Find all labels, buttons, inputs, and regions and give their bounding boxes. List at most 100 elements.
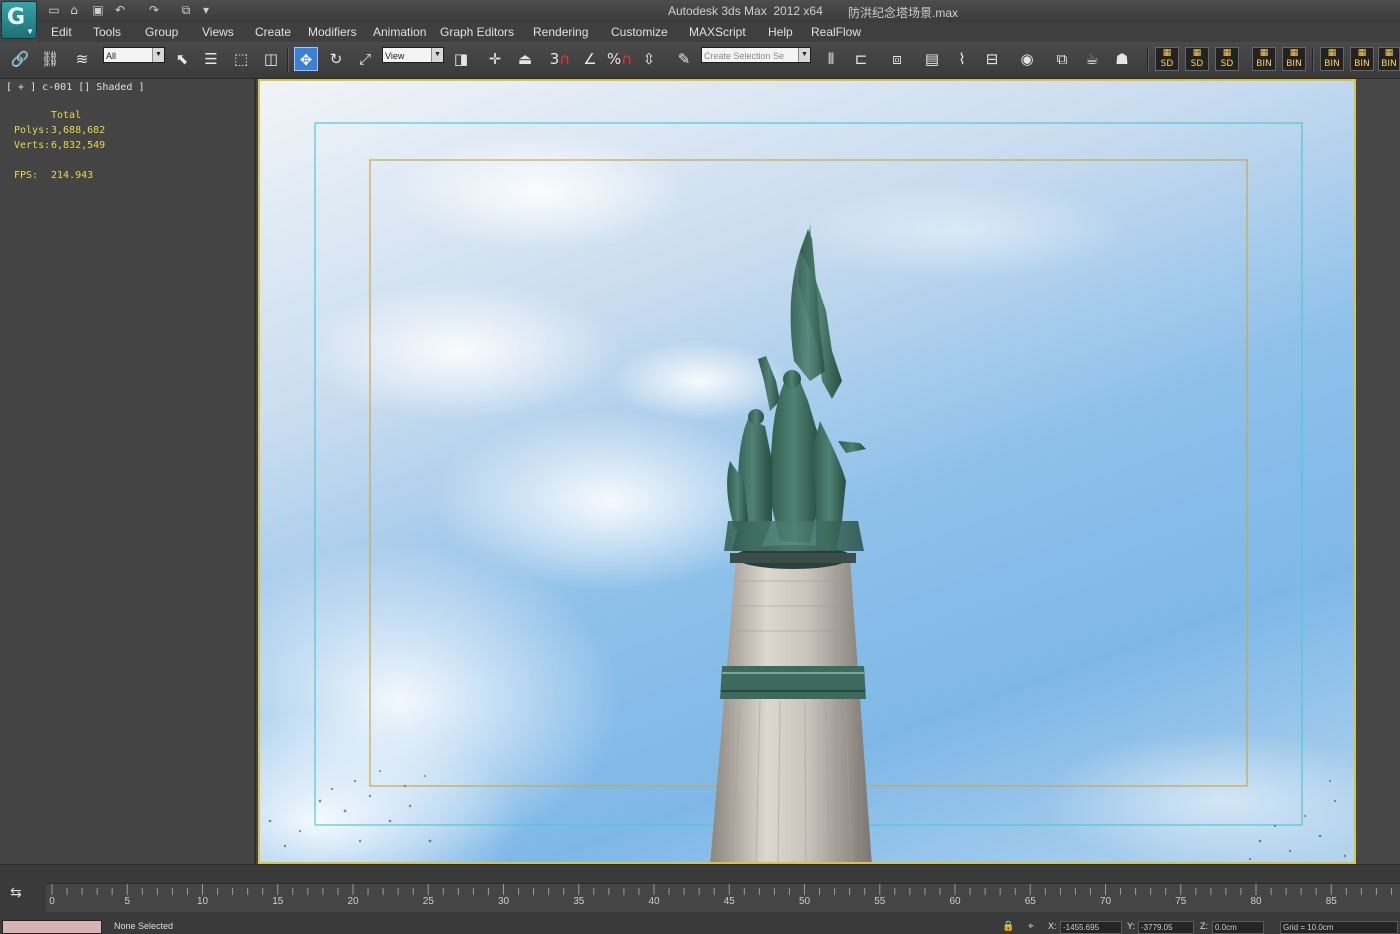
named-selection-placeholder: Create Selection Se (704, 51, 785, 61)
plugin-button-1-icon[interactable]: ▦ SD (1155, 47, 1179, 71)
window-crossing-icon[interactable]: ◫ (259, 47, 283, 71)
plugin-button-3-icon[interactable]: ▦ SD (1215, 47, 1239, 71)
project-folder-icon[interactable]: ⧉ (178, 3, 194, 18)
schematic-view-icon[interactable]: ⊟ (980, 47, 1004, 71)
plugin-button-2-icon[interactable]: ▦ SD (1185, 47, 1209, 71)
plugin-button-6-icon[interactable]: ▦ BIN (1320, 47, 1344, 71)
toolbar-separator (287, 48, 289, 72)
menu-tools[interactable]: Tools (93, 25, 121, 39)
layer-manager-icon[interactable]: ⧈ (885, 47, 909, 71)
material-editor-icon[interactable]: ◉ (1015, 47, 1039, 71)
frame-tick-label: 35 (573, 896, 585, 907)
application-menu-button[interactable]: G ▼ (1, 1, 37, 39)
menu-customize[interactable]: Customize (611, 25, 668, 39)
mirror-icon[interactable]: ⫴ (819, 47, 843, 71)
selection-filter-value: All (106, 51, 117, 61)
select-and-move-icon[interactable]: ✥ (294, 47, 318, 71)
scene-svg (260, 122, 1354, 862)
customize-toolbar-icon[interactable]: ▾ (198, 3, 214, 18)
stats-verts-value: 6,832,549 (51, 140, 106, 151)
plugin-button-8-icon[interactable]: ▦ BIN (1378, 47, 1400, 71)
rendered-scene[interactable] (258, 79, 1356, 864)
chevron-down-icon: ▼ (26, 27, 34, 36)
selection-filter-dropdown[interactable]: All ▼ (103, 47, 165, 63)
camera-viewport[interactable] (258, 79, 1400, 864)
y-coord-value: -3779.05 (1141, 923, 1173, 932)
open-mini-curve-editor-icon[interactable]: ⇆ (10, 885, 30, 905)
maxscript-listener-mini[interactable] (2, 920, 102, 934)
rendered-frame-window-icon[interactable]: ☕ (1080, 47, 1104, 71)
frame-tick-label: 80 (1250, 896, 1262, 907)
unlink-icon[interactable]: ⛓ (38, 47, 62, 71)
use-pivot-center-icon[interactable]: ◨ (449, 47, 473, 71)
menu-rendering[interactable]: Rendering (533, 25, 588, 39)
chevron-down-icon: ▼ (431, 48, 443, 62)
spinner-snap-icon[interactable]: ⇳ (637, 47, 661, 71)
graphite-ribbon-icon[interactable]: ▤ (920, 47, 944, 71)
stats-polys-label: Polys: (14, 125, 51, 136)
select-and-scale-icon[interactable]: ⤢ (353, 47, 377, 71)
plugin-button-4-icon[interactable]: ▦ BIN (1252, 47, 1276, 71)
frame-tick-label: 55 (874, 896, 886, 907)
open-file-icon[interactable]: ⌂ (66, 3, 82, 18)
select-object-icon[interactable]: ⬉ (170, 47, 194, 71)
frame-tick-label: 30 (497, 896, 510, 907)
rectangular-selection-icon[interactable]: ⬚ (229, 47, 253, 71)
menu-bar: Edit Tools Group Views Create Modifiers … (38, 22, 1400, 42)
select-and-link-icon[interactable]: 🔗 (8, 47, 32, 71)
select-and-rotate-icon[interactable]: ↻ (324, 47, 348, 71)
menu-animation[interactable]: Animation (373, 25, 426, 39)
select-by-name-icon[interactable]: ☰ (199, 47, 223, 71)
absolute-mode-icon[interactable]: ⌖ (1026, 921, 1042, 934)
window-filename: 防洪纪念塔场景.max (848, 6, 959, 20)
viewport-right-strip (1356, 79, 1400, 864)
stats-total-label: Total (51, 110, 82, 121)
z-coord-label: Z: (1200, 921, 1208, 931)
curve-editor-icon[interactable]: ⌇ (950, 47, 974, 71)
viewport-label[interactable]: [ + ] c-001 [] Shaded ] (6, 82, 144, 93)
timeline: ⇆ 0 5 10 15 20 25 30 35 40 45 50 55 60 65 70 75 80 85 (0, 864, 1400, 919)
snaps-toggle-icon[interactable]: 3∩ (548, 47, 572, 71)
snaps-toggle-label: 3 (549, 50, 560, 68)
y-coord-field[interactable]: -3779.05 (1138, 921, 1194, 934)
menu-help[interactable]: Help (768, 25, 793, 39)
menu-maxscript[interactable]: MAXScript (689, 25, 746, 39)
undo-icon[interactable]: ↶ (112, 3, 128, 18)
frame-tick-label: 5 (124, 896, 131, 907)
plugin-button-5-icon[interactable]: ▦ BIN (1282, 47, 1306, 71)
bind-to-space-warp-icon[interactable]: ≋ (70, 47, 94, 71)
reference-coordinate-dropdown[interactable]: View ▼ (382, 47, 444, 63)
left-viewport[interactable]: [ + ] c-001 [] Shaded ] Total Polys: 3,6… (0, 79, 256, 864)
menu-create[interactable]: Create (255, 25, 291, 39)
edit-named-selections-icon[interactable]: ✎ (672, 47, 696, 71)
main-toolbar: 🔗 ⛓ ≋ All ▼ ⬉ ☰ ⬚ ◫ ✥ ↻ ⤢ View ▼ ◨ ✛ ⏏ 3… (0, 42, 1400, 79)
lock-selection-icon[interactable]: 🔒 (1000, 921, 1020, 934)
menu-edit[interactable]: Edit (51, 25, 72, 39)
menu-views[interactable]: Views (202, 25, 234, 39)
percent-snap-icon[interactable]: %∩ (607, 47, 632, 71)
stats-fps-label: FPS: (14, 170, 39, 181)
menu-graph-editors[interactable]: Graph Editors (440, 25, 514, 39)
select-and-manipulate-icon[interactable]: ✛ (483, 47, 507, 71)
x-coord-field[interactable]: -1455.695 (1060, 921, 1122, 934)
frame-tick-label: 85 (1325, 896, 1337, 907)
chevron-down-icon: ▼ (798, 48, 810, 62)
align-icon[interactable]: ⊏ (849, 47, 873, 71)
menu-realflow[interactable]: RealFlow (811, 25, 861, 39)
render-production-icon[interactable]: ☗ (1110, 47, 1134, 71)
frame-tick-label: 50 (798, 896, 811, 907)
redo-icon[interactable]: ↷ (146, 3, 162, 18)
new-file-icon[interactable]: ▭ (46, 3, 62, 18)
frame-tick-label: 45 (723, 896, 735, 907)
time-slider-track[interactable]: 0 5 10 15 20 25 30 35 40 45 50 55 60 65 70 75 80 85 (46, 883, 1400, 912)
save-icon[interactable]: ▣ (90, 3, 106, 18)
menu-modifiers[interactable]: Modifiers (308, 25, 357, 39)
keyboard-shortcut-override-icon[interactable]: ⏏ (513, 47, 537, 71)
named-selection-sets-field[interactable]: Create Selection Se ▼ (701, 47, 811, 63)
grid-size-display: Grid = 10.0cm (1280, 921, 1398, 934)
plugin-button-7-icon[interactable]: ▦ BIN (1350, 47, 1374, 71)
render-setup-icon[interactable]: ⧉ (1050, 47, 1074, 71)
z-coord-field[interactable]: 0.0cm (1212, 921, 1264, 934)
menu-group[interactable]: Group (145, 25, 178, 39)
angle-snap-icon[interactable]: ∠ (578, 47, 602, 71)
